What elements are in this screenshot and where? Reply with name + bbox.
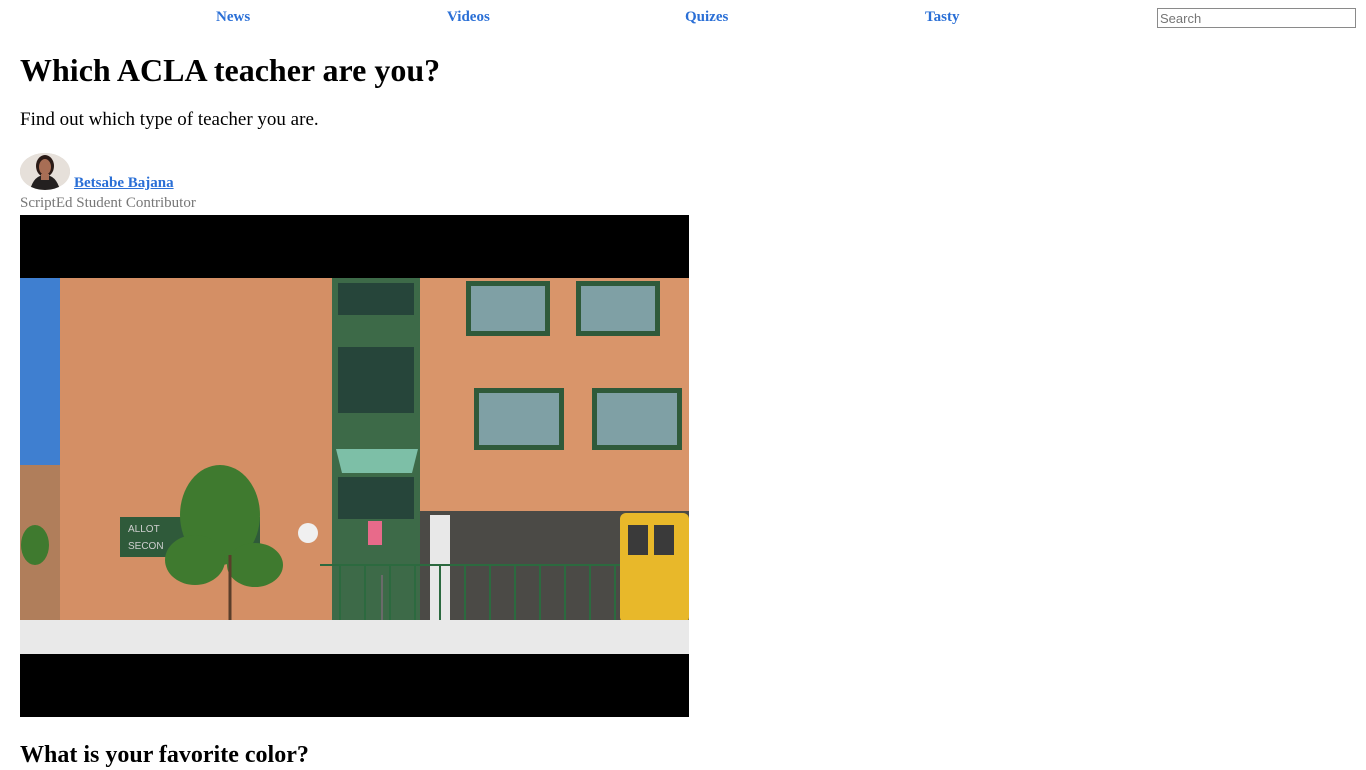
quiz-question-heading: What is your favorite color? xyxy=(20,742,309,768)
video-frame: ALLOT SECON xyxy=(20,278,689,654)
nav-link-videos[interactable]: Videos xyxy=(447,9,490,26)
author-name-link[interactable]: Betsabe Bajana xyxy=(74,175,174,192)
nav-link-quizes[interactable]: Quizes xyxy=(685,9,728,26)
page-subtitle: Find out which type of teacher you are. xyxy=(20,109,319,130)
author-role: ScriptEd Student Contributor xyxy=(20,195,196,211)
nav-link-news[interactable]: News xyxy=(216,9,250,26)
building-sign-line2: SECON xyxy=(128,541,164,552)
author-avatar xyxy=(20,153,70,190)
page-title: Which ACLA teacher are you? xyxy=(20,52,441,88)
top-nav: News Videos Quizes Tasty xyxy=(0,0,1366,36)
nav-link-tasty[interactable]: Tasty xyxy=(925,9,959,26)
building-sign-line1: ALLOT xyxy=(128,524,160,535)
video-player[interactable]: ALLOT SECON xyxy=(20,215,689,717)
search-input[interactable] xyxy=(1157,8,1356,28)
avatar-image xyxy=(20,153,70,190)
